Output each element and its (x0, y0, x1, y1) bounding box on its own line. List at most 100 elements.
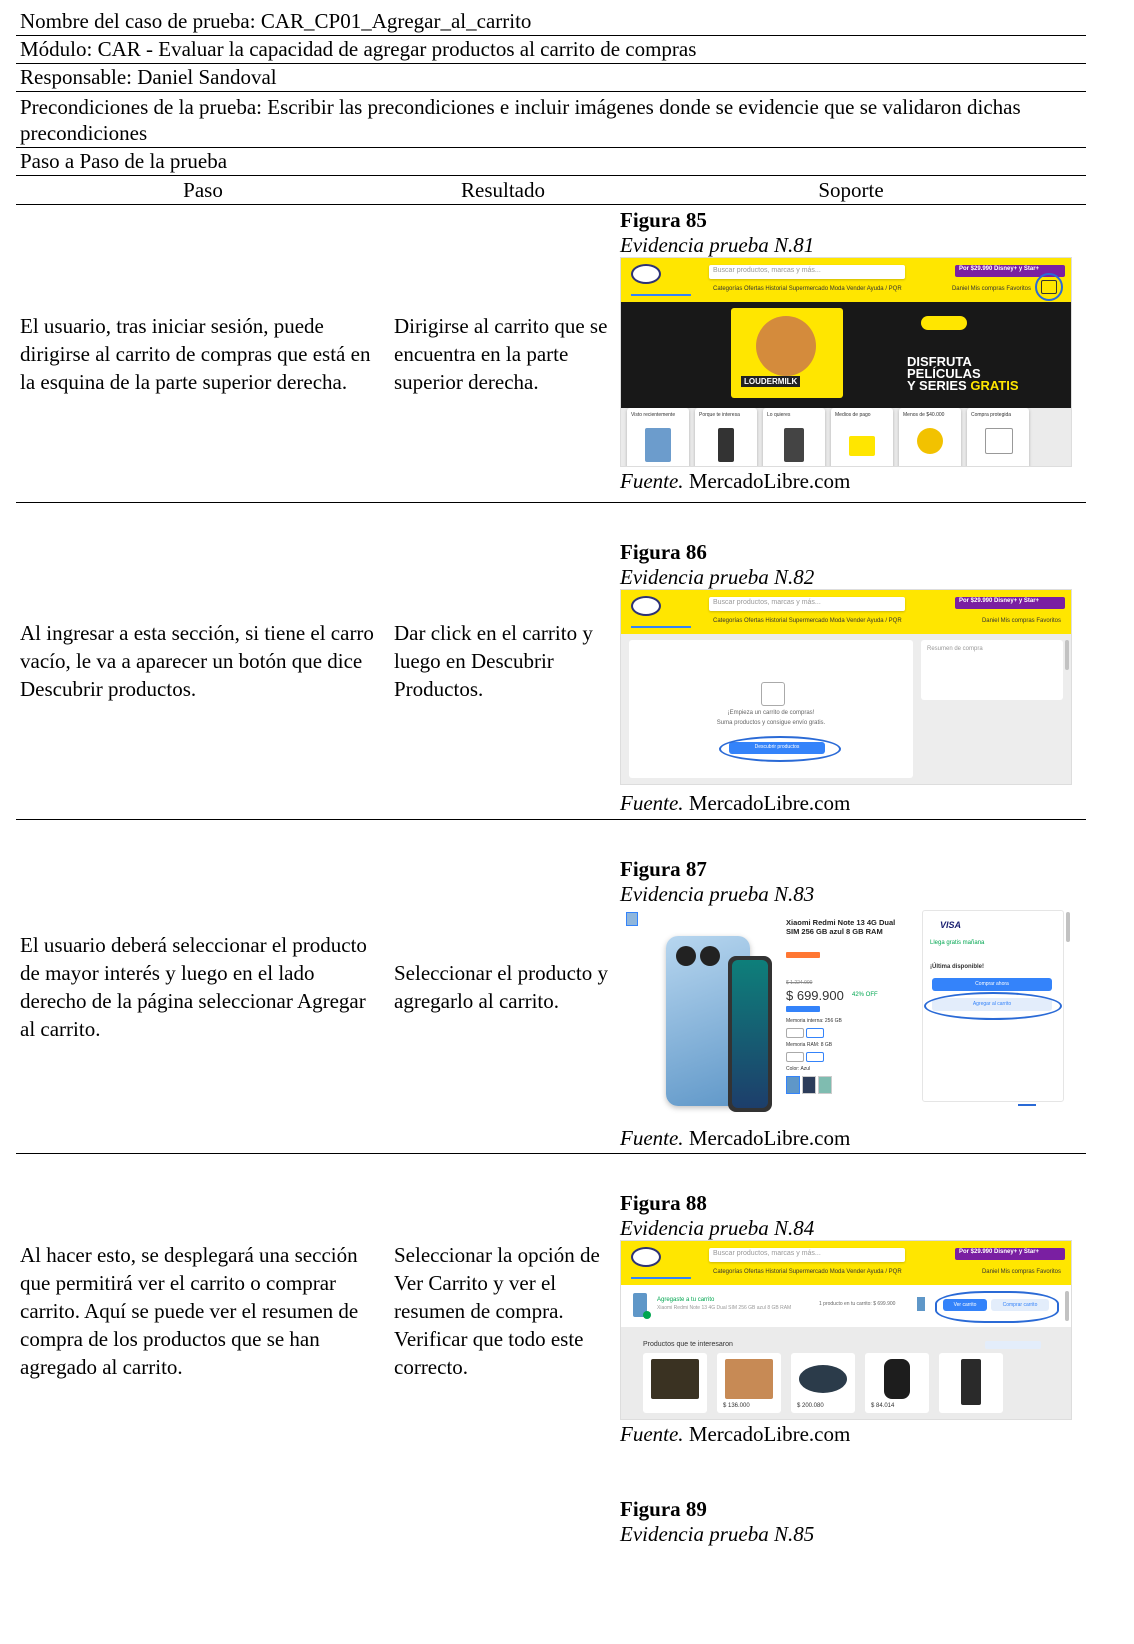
step-support: Figura 88 Evidencia prueba N.84 Buscar p… (616, 1154, 1086, 1468)
scrollbar (1065, 1291, 1069, 1321)
product-screen (732, 960, 768, 1108)
screenshot-empty-cart: Buscar productos, marcas y más... Por $2… (620, 589, 1072, 785)
mercadolibre-logo (631, 596, 661, 616)
step-description: El usuario, tras iniciar sesión, puede d… (20, 313, 371, 394)
step-result: Dirigirse al carrito que se encuentra en… (394, 313, 608, 394)
source-prefix: Fuente. (620, 469, 684, 493)
step-result: Dar click en el carrito y luego en Descu… (394, 621, 593, 701)
color-swatch (818, 1076, 832, 1094)
earbuds-image (884, 1359, 910, 1399)
card-title: Lo quieres (767, 412, 791, 418)
mercadolibre-logo (631, 264, 661, 284)
figure-label: Figura 89 (620, 1497, 707, 1521)
summary-panel: Resumen de compra (921, 640, 1063, 700)
step-by-step-row: Paso a Paso de la prueba (16, 148, 1086, 176)
color-label: Color: Azul (786, 1066, 811, 1072)
buy-now-button: Comprar ahora (932, 978, 1052, 991)
shirt-icon (761, 682, 785, 706)
figure-label: Figura 87 (620, 857, 707, 881)
step-result-empty (390, 1468, 616, 1558)
book-image (651, 1359, 699, 1399)
column-headers: Paso Resultado Soporte (16, 176, 1086, 205)
card-title: Compra protegida (971, 412, 1012, 418)
figure-label: Figura 88 (620, 1191, 707, 1215)
step-support: Figura 86 Evidencia prueba N.82 Buscar p… (616, 503, 1086, 819)
card-image (718, 428, 734, 462)
source-name: MercadoLibre.com (683, 469, 851, 493)
figure-title: Evidencia prueba N.83 (620, 882, 815, 906)
preconditions-row: Precondiciones de la prueba: Escribir la… (16, 92, 1086, 148)
nav-menu: Categorías Ofertas Historial Supermercad… (713, 1269, 902, 1275)
empty-cart-title: ¡Empieza un carrito de compras! (727, 710, 815, 716)
ram-label: Memoria RAM: 8 GB (786, 1042, 833, 1048)
recommendation-price: $ 84.014 (871, 1403, 895, 1409)
discount-label: 42% OFF (852, 992, 878, 998)
product-title: Xiaomi Redmi Note 13 4G Dual SIM 256 GB … (786, 918, 896, 936)
figure-title: Evidencia prueba N.81 (620, 233, 815, 257)
add-to-cart-annotation-oval (924, 992, 1062, 1020)
column-soporte: Soporte (818, 178, 884, 202)
figure-source: Fuente. MercadoLibre.com (620, 1124, 1086, 1152)
card-image (985, 428, 1013, 454)
camera-lens (700, 946, 720, 966)
promo-badge: Por $29.990 Disney+ y Star+ (955, 1248, 1065, 1260)
mercado-play-badge (921, 316, 967, 330)
cart-summary-thumbnail (917, 1297, 925, 1311)
responsible-row: Responsable: Daniel Sandoval (16, 64, 1086, 92)
banner-line-3: Y SERIES GRATIS (907, 379, 1019, 392)
fridge-image (961, 1359, 981, 1405)
figure-label: Figura 85 (620, 208, 707, 232)
card-title: Porque te interesa (699, 412, 740, 418)
promo-badge: Por $29.990 Disney+ y Star+ (955, 597, 1065, 609)
search-placeholder: Buscar productos, marcas y más... (713, 599, 821, 606)
source-name: MercadoLibre.com (683, 1422, 851, 1446)
recommendation-price: $ 200.080 (797, 1403, 824, 1409)
screenshot-home: Buscar productos, marcas y más... Por $2… (620, 257, 1072, 467)
screenshot-product: Xiaomi Redmi Note 13 4G Dual SIM 256 GB … (620, 906, 1072, 1116)
source-prefix: Fuente. (620, 1126, 684, 1150)
step-result: Seleccionar el producto y agregarlo al c… (394, 960, 608, 1013)
nav-user-menu: Daniel Mis compras Favoritos (951, 286, 1031, 292)
step-support: Figura 87 Evidencia prueba N.83 Xiaomi R… (616, 820, 1086, 1153)
search-placeholder: Buscar productos, marcas y más... (713, 1250, 821, 1257)
step-support: Figura 89 Evidencia prueba N.85 (616, 1468, 1086, 1558)
figure-source: Fuente. MercadoLibre.com (620, 467, 1086, 495)
promo-text: Por $29.990 Disney+ y Star+ (959, 266, 1040, 272)
added-subtitle: Xiaomi Redmi Note 13 4G Dual SIM 256 GB … (657, 1305, 792, 1311)
source-name: MercadoLibre.com (683, 1126, 851, 1150)
step-description: El usuario deberá seleccionar el product… (20, 932, 367, 1041)
source-name: MercadoLibre.com (683, 791, 851, 815)
location-underline (631, 1269, 691, 1279)
test-case-name: Nombre del caso de prueba: CAR_CP01_Agre… (16, 0, 1086, 36)
recommendation-card: $ 136.000 (717, 1353, 781, 1413)
card-image (645, 428, 671, 462)
banner-portrait (756, 316, 816, 376)
column-resultado: Resultado (461, 178, 545, 202)
step-row: Al hacer esto, se desplegará una sección… (16, 1154, 1086, 1468)
recommendation-card (939, 1353, 1003, 1413)
banner-text: DISFRUTA PELÍCULAS Y SERIES GRATIS (907, 355, 1019, 392)
promo-text: Por $29.990 Disney+ y Star+ (959, 598, 1040, 604)
free-shipping: Llega gratis mañana (930, 940, 985, 946)
check-icon (643, 1311, 651, 1319)
camera-lens (676, 946, 696, 966)
option (806, 1052, 824, 1062)
color-swatch (802, 1076, 816, 1094)
card: Visto recientemente (627, 408, 689, 466)
location-underline (631, 286, 691, 296)
screenshot-cart-added: Buscar productos, marcas y más... Por $2… (620, 1240, 1072, 1420)
shortcut-cards: Visto recientemente Porque te interesa L… (627, 408, 1067, 466)
step-row: Al ingresar a esta sección, si tiene el … (16, 503, 1086, 820)
card-image (917, 428, 943, 454)
nav-user-menu: Daniel Mis compras Favoritos (981, 1269, 1061, 1275)
stock-label: ¡Última disponible! (930, 964, 984, 970)
product-price: $ 699.900 (786, 988, 844, 1003)
added-title: Agregaste a tu carrito (657, 1297, 715, 1303)
card-title: Menos de $40.000 (903, 412, 945, 418)
option (786, 1052, 804, 1062)
figure-source: Fuente. MercadoLibre.com (620, 1420, 1086, 1448)
deal-badge (786, 1006, 820, 1012)
figure-label: Figura 86 (620, 540, 707, 564)
card-image (784, 428, 804, 462)
step-row: El usuario deberá seleccionar el product… (16, 820, 1086, 1154)
